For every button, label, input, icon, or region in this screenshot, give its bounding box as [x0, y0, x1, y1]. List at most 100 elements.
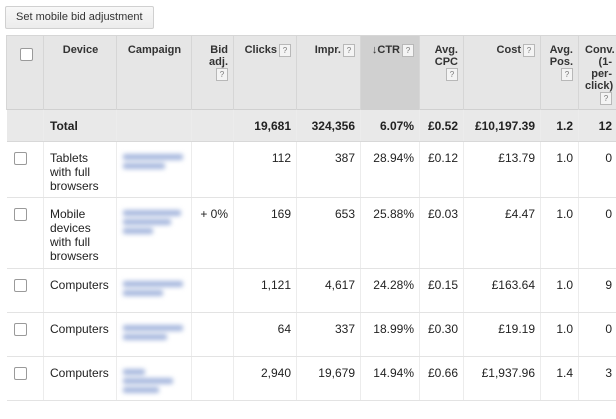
avg-cpc-cell: £0.15	[419, 268, 464, 313]
total-avg-cpc: £0.52	[419, 109, 464, 142]
clicks-cell: 169	[233, 197, 297, 269]
column-header-ctr[interactable]: ↓CTR?	[360, 35, 420, 110]
clicks-header-label: Clicks	[244, 44, 277, 56]
column-header-avg-pos[interactable]: Avg. Pos. ?	[540, 35, 579, 110]
total-avg-pos: 1.2	[540, 109, 579, 142]
cost-cell: £19.19	[463, 312, 541, 357]
column-header-impr[interactable]: Impr.?	[296, 35, 361, 110]
table-row: Computers 64 337 18.99% £0.30 £19.19 1.0…	[6, 312, 616, 357]
help-icon[interactable]: ?	[343, 44, 355, 57]
conv-cell: 3	[578, 356, 616, 401]
campaign-name-redacted	[123, 369, 183, 393]
total-clicks: 19,681	[233, 109, 297, 142]
avg-pos-cell: 1.4	[540, 356, 579, 401]
header-row: Device Campaign Bid adj. ? Clicks? Impr.…	[6, 35, 616, 110]
help-icon[interactable]: ?	[600, 92, 612, 105]
campaign-cell[interactable]	[116, 312, 192, 357]
column-header-conv[interactable]: Conv. (1-per-click) ?	[578, 35, 616, 110]
column-header-avg-cpc[interactable]: Avg. CPC ?	[419, 35, 464, 110]
total-row: Total 19,681 324,356 6.07% £0.52 £10,197…	[6, 109, 616, 142]
cost-cell: £163.64	[463, 268, 541, 313]
bid-adj-header-label: Bid adj.	[209, 44, 228, 68]
bid-adj-cell[interactable]	[191, 141, 234, 198]
campaign-cell[interactable]	[116, 197, 192, 269]
avg-cpc-cell: £0.03	[419, 197, 464, 269]
ctr-cell: 25.88%	[360, 197, 420, 269]
clicks-cell: 64	[233, 312, 297, 357]
conv-header-label: Conv. (1-per-click)	[585, 44, 615, 92]
campaign-cell[interactable]	[116, 268, 192, 313]
column-header-cost[interactable]: Cost?	[463, 35, 541, 110]
column-header-bid-adj[interactable]: Bid adj. ?	[191, 35, 234, 110]
column-header-campaign[interactable]: Campaign	[116, 35, 192, 110]
row-checkbox[interactable]	[13, 208, 27, 221]
help-icon[interactable]: ?	[561, 68, 573, 81]
avg-pos-cell: 1.0	[540, 197, 579, 269]
campaign-name-redacted	[123, 325, 183, 340]
ctr-header-label: CTR	[377, 44, 400, 56]
cost-header-label: Cost	[496, 44, 521, 56]
device-cell: Tablets with full browsers	[43, 141, 117, 198]
table-row: Computers 1,121 4,617 24.28% £0.15 £163.…	[6, 268, 616, 313]
select-all-header	[6, 35, 44, 110]
device-cell: Computers	[43, 312, 117, 357]
bid-adj-cell[interactable]	[191, 356, 234, 401]
clicks-cell: 1,121	[233, 268, 297, 313]
impr-header-label: Impr.	[314, 44, 341, 56]
bid-adj-cell[interactable]: + 0%	[191, 197, 234, 269]
row-checkbox-cell	[6, 312, 44, 357]
conv-cell: 0	[578, 312, 616, 357]
help-icon[interactable]: ?	[279, 44, 291, 57]
set-mobile-bid-adjustment-button[interactable]: Set mobile bid adjustment	[5, 6, 154, 29]
impr-cell: 387	[296, 141, 361, 198]
bid-adj-cell[interactable]	[191, 312, 234, 357]
campaign-name-redacted	[123, 281, 183, 296]
campaign-cell[interactable]	[116, 356, 192, 401]
clicks-cell: 2,940	[233, 356, 297, 401]
toolbar: Set mobile bid adjustment	[0, 0, 616, 34]
help-icon[interactable]: ?	[216, 68, 228, 81]
campaign-name-redacted	[123, 210, 183, 234]
avg-cpc-cell: £0.12	[419, 141, 464, 198]
table-row: Mobile devices with full browsers + 0% 1…	[6, 197, 616, 269]
column-header-clicks[interactable]: Clicks?	[233, 35, 297, 110]
campaign-header-label: Campaign	[127, 44, 182, 56]
avg-pos-cell: 1.0	[540, 141, 579, 198]
avg-cpc-cell: £0.66	[419, 356, 464, 401]
avg-cpc-cell: £0.30	[419, 312, 464, 357]
row-checkbox-cell	[6, 197, 44, 269]
ctr-cell: 14.94%	[360, 356, 420, 401]
help-icon[interactable]: ?	[402, 44, 414, 57]
select-all-checkbox[interactable]	[19, 48, 33, 61]
avg-pos-cell: 1.0	[540, 268, 579, 313]
campaign-name-redacted	[123, 154, 183, 169]
bid-adj-cell[interactable]	[191, 268, 234, 313]
row-checkbox[interactable]	[13, 279, 27, 292]
device-stats-table: Device Campaign Bid adj. ? Clicks? Impr.…	[6, 35, 616, 419]
row-checkbox-cell	[6, 141, 44, 198]
total-campaign	[116, 109, 192, 142]
row-checkbox[interactable]	[13, 323, 27, 336]
cost-cell: £4.47	[463, 197, 541, 269]
ctr-cell: 18.99%	[360, 312, 420, 357]
row-checkbox-cell	[6, 356, 44, 401]
cost-cell: £1,937.96	[463, 356, 541, 401]
device-cell: Computers	[43, 268, 117, 313]
column-header-device[interactable]: Device	[43, 35, 117, 110]
row-checkbox[interactable]	[13, 367, 27, 380]
help-icon[interactable]: ?	[523, 44, 535, 57]
total-ctr: 6.07%	[360, 109, 420, 142]
help-icon[interactable]: ?	[446, 68, 458, 81]
conv-cell: 0	[578, 141, 616, 198]
device-cell: Computers	[43, 356, 117, 401]
table-row: Tablets with full browsers 112 387 28.94…	[6, 141, 616, 198]
ctr-cell: 28.94%	[360, 141, 420, 198]
row-checkbox-cell	[6, 268, 44, 313]
impr-cell: 337	[296, 312, 361, 357]
campaign-cell[interactable]	[116, 141, 192, 198]
total-bid-adj	[191, 109, 234, 142]
device-cell: Mobile devices with full browsers	[43, 197, 117, 269]
conv-cell: 9	[578, 268, 616, 313]
row-checkbox[interactable]	[13, 152, 27, 165]
conv-cell: 0	[578, 197, 616, 269]
